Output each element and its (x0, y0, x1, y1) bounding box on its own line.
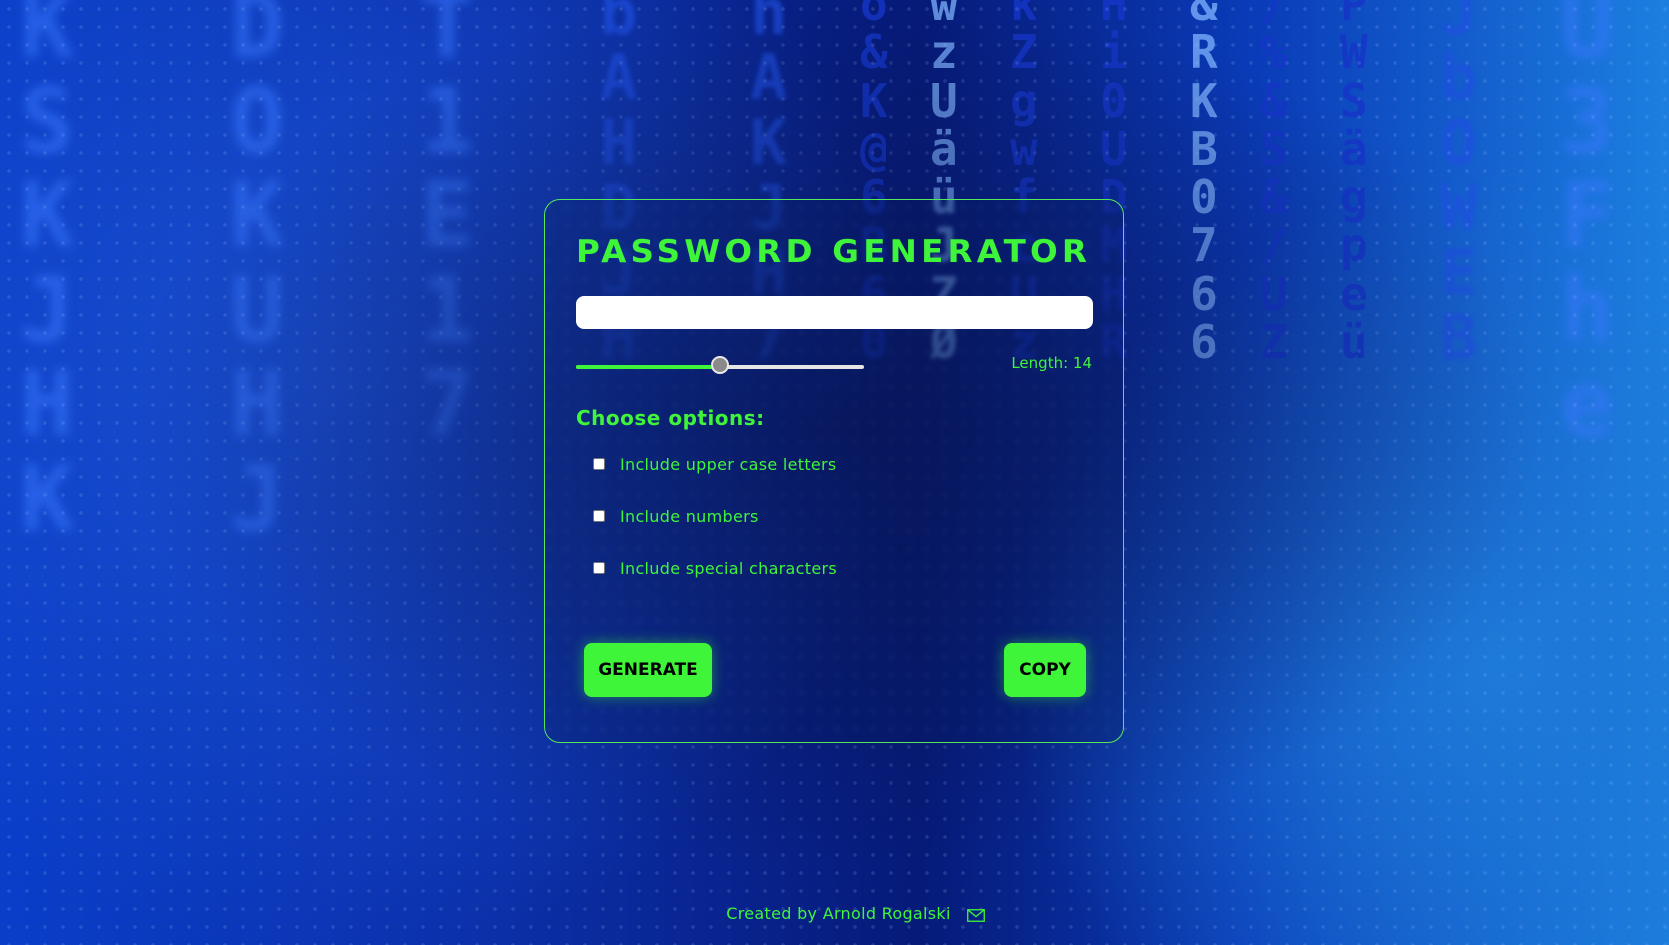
option-uppercase[interactable]: Include upper case letters (593, 453, 837, 475)
option-numbers[interactable]: Include numbers (593, 505, 759, 527)
copy-button[interactable]: COPY (1004, 643, 1086, 697)
numbers-checkbox[interactable] (593, 510, 605, 522)
length-label: Length: 14 (1011, 354, 1092, 372)
special-checkbox[interactable] (593, 562, 605, 574)
options-heading: Choose options: (576, 406, 765, 430)
length-slider-thumb[interactable] (711, 356, 729, 374)
generate-button[interactable]: GENERATE (584, 643, 712, 697)
password-output-field[interactable] (576, 296, 1093, 329)
app-title: PASSWORD GENERATOR (576, 234, 1092, 270)
password-generator-card: PASSWORD GENERATOR Length: 14 Choose opt… (544, 199, 1124, 743)
option-special[interactable]: Include special characters (593, 557, 837, 579)
uppercase-checkbox[interactable] (593, 458, 605, 470)
length-slider[interactable] (576, 356, 864, 374)
length-slider-fill (576, 365, 720, 369)
footer: Created by Arnold Rogalski (0, 904, 1669, 923)
option-uppercase-label: Include upper case letters (620, 454, 837, 474)
option-special-label: Include special characters (620, 558, 837, 578)
option-numbers-label: Include numbers (620, 506, 759, 526)
mail-icon[interactable] (966, 907, 985, 922)
footer-credit: Created by Arnold Rogalski (726, 904, 951, 923)
